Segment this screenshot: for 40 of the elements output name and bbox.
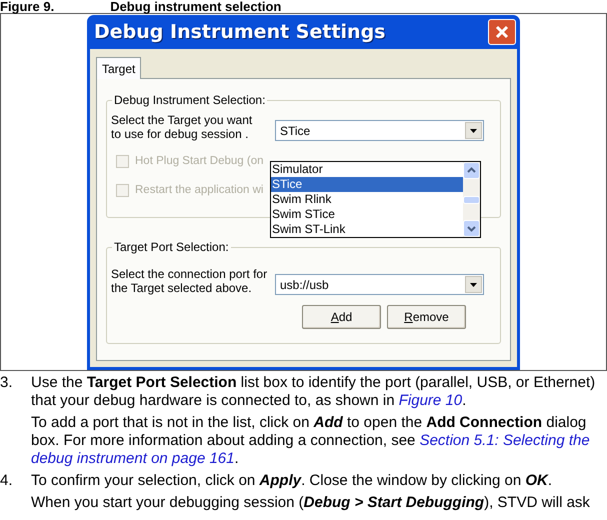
dialog-button[interactable]: Add bbox=[302, 305, 381, 329]
dropdown-option[interactable]: Swim STice bbox=[271, 207, 463, 222]
close-icon bbox=[495, 25, 509, 39]
dropdown-button[interactable] bbox=[465, 276, 482, 293]
dropdown-option[interactable]: Swim Rlink bbox=[271, 192, 463, 207]
group-title: Target Port Selection: bbox=[113, 239, 230, 256]
link[interactable]: debug instrument on page 161 bbox=[31, 450, 234, 467]
dropdown-button[interactable] bbox=[465, 122, 482, 139]
scroll-up-icon[interactable] bbox=[463, 162, 480, 179]
dropdown-option[interactable]: STice bbox=[271, 177, 463, 192]
target-combo[interactable]: STice bbox=[275, 120, 484, 141]
step-paragraph: When you start your debugging session (Debug > Start Debugging), STVD will ask bbox=[31, 494, 591, 512]
caret-icon bbox=[470, 282, 477, 286]
figure-title: Debug instrument selection bbox=[110, 0, 282, 13]
checkbox-label: Restart the application wi bbox=[135, 183, 264, 198]
dropdown-option[interactable]: Swim ST-Link bbox=[271, 222, 463, 237]
window-title: Debug Instrument Settings bbox=[94, 20, 386, 45]
port-combo[interactable]: usb://usb bbox=[275, 274, 484, 295]
figure-number: Figure 9. bbox=[0, 0, 54, 13]
step-paragraph: Use the Target Port Selection list box to identify the port (parallel, USB, or Ethernet) that your debug hardware is connected to, as shown in Figure 10. bbox=[31, 374, 596, 410]
scroll-thumb[interactable] bbox=[463, 196, 480, 204]
step-paragraph: To confirm your selection, click on Apply. Close the window by clicking on OK. bbox=[31, 472, 554, 490]
prompt-text: Select the Target you want bbox=[111, 112, 252, 126]
link[interactable]: Section 5.1: Selecting the bbox=[420, 432, 590, 449]
dropdown-option[interactable]: Simulator bbox=[271, 162, 463, 177]
close-button[interactable] bbox=[488, 19, 516, 45]
link[interactable]: Figure 10 bbox=[398, 392, 462, 409]
step-paragraph: To add a port that is not in the list, click on Add to open the Add Connection dialog box. For more information about adding a connection, see Section 5.1: Selecting the debug instrument on page 161. bbox=[31, 414, 591, 468]
step-number: 4. bbox=[0, 472, 14, 491]
group-title: Debug Instrument Selection: bbox=[113, 92, 266, 109]
tab[interactable]: Target bbox=[96, 57, 142, 79]
caret-icon bbox=[470, 128, 477, 132]
step-number: 3. bbox=[0, 374, 14, 393]
prompt-text: Select the connection port for bbox=[111, 266, 268, 280]
prompt-text: the Target selected above. bbox=[111, 280, 253, 294]
scroll-down-icon[interactable] bbox=[463, 220, 480, 237]
dialog-button[interactable]: Remove bbox=[387, 305, 466, 329]
checkbox-label: Hot Plug Start Debug (on bbox=[135, 154, 264, 169]
scrollbar[interactable] bbox=[463, 162, 480, 237]
prompt-text: to use for debug session . bbox=[111, 126, 250, 140]
